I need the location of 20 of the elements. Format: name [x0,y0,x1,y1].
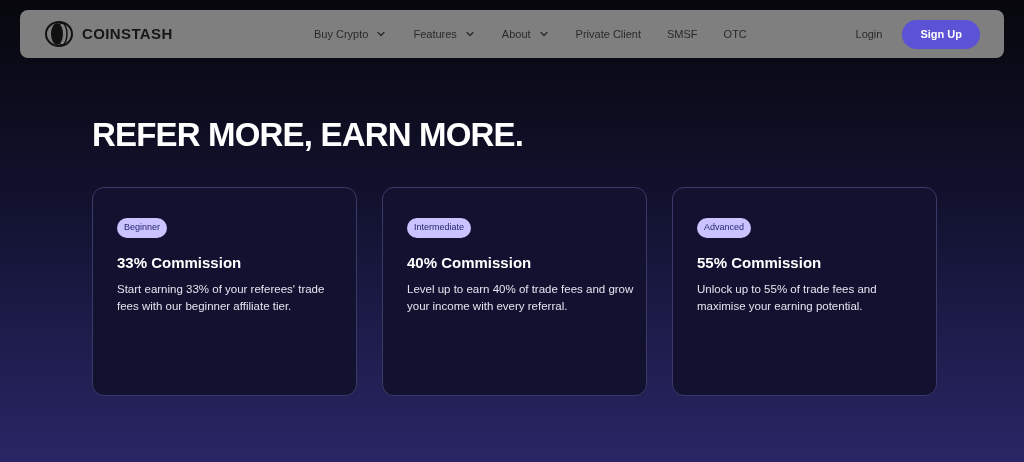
page-heading: REFER MORE, EARN MORE. [92,118,525,151]
nav-link[interactable]: Buy Crypto [314,25,388,43]
tier-title: 55% Commission [697,252,823,273]
tier-title: 40% Commission [407,252,533,273]
tier-description: Start earning 33% of your referees' trade fees with our beginner affiliate tier. [117,282,326,314]
logo-icon [44,21,74,47]
login-link[interactable]: Login [855,25,883,43]
tier-badge: Intermediate [407,218,472,238]
sign-up-button[interactable]: Sign Up [902,19,980,49]
nav-link[interactable]: Features [413,25,476,43]
tier-description: Unlock up to 55% of trade fees and maximise your earning potential. [697,282,878,314]
nav-link[interactable]: OTC [723,25,747,43]
nav-link[interactable]: SMSF [667,25,698,43]
brand-name[interactable]: COINSTASH [82,22,173,46]
nav-link[interactable]: Private Client [575,25,641,43]
tier-title: 33% Commission [117,252,243,273]
nav-link[interactable]: About [501,25,550,43]
tier-badge: Advanced [697,218,752,238]
tier-badge: Beginner [117,218,168,238]
tier-description: Level up to earn 40% of trade fees and grow your income with every referral. [407,282,635,314]
